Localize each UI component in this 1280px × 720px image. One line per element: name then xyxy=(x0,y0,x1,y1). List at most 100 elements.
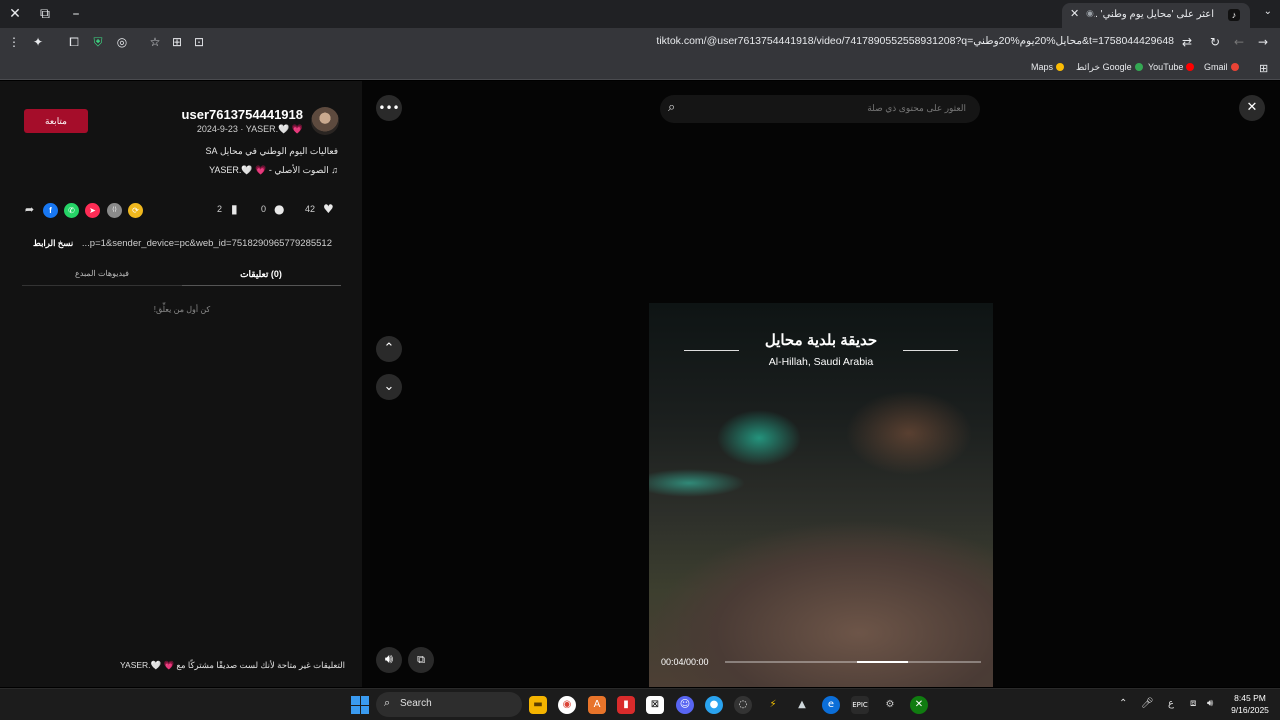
apps-grid-icon[interactable]: ⊞ xyxy=(1259,62,1268,75)
follow-button[interactable]: متابعة xyxy=(24,109,88,133)
next-video-chevron-down-icon[interactable]: ⌄ xyxy=(376,374,402,400)
speaker-icon[interactable]: 🔊︎ xyxy=(1207,698,1213,709)
picture-in-picture-icon[interactable]: ⧉ xyxy=(408,647,434,673)
bookmark-star-icon[interactable]: ☆ xyxy=(147,34,163,50)
video-caption: فعاليات اليوم الوطني في محايل SA xyxy=(205,146,338,156)
network-icon[interactable]: ⧈ xyxy=(1190,698,1196,709)
windows-start-icon[interactable] xyxy=(351,696,369,714)
embed-icon[interactable]: ⟨⟩ xyxy=(107,203,122,218)
tab-search-icon[interactable]: ⌄ xyxy=(1264,6,1272,17)
capcut-icon[interactable]: ⊠ xyxy=(646,696,664,714)
edge-icon[interactable]: e xyxy=(822,696,840,714)
music-credit[interactable]: ♫ الصوت الأصلي - 💗 🤍.YASER xyxy=(209,165,338,176)
microphone-icon[interactable]: 🎤︎ xyxy=(1141,698,1154,709)
restore-window-icon[interactable]: ⧉ xyxy=(34,4,56,24)
telegram-icon[interactable]: ➤ xyxy=(85,203,100,218)
bookmarks-bar: Gmail YouTube خرائط Google Maps ⊞ xyxy=(0,56,1280,80)
browser-app-icon[interactable]: ● xyxy=(705,696,723,714)
system-clock[interactable]: 8:45 PM 9/16/2025 xyxy=(1225,692,1275,716)
close-window-icon[interactable]: ✕ xyxy=(4,4,26,24)
maps-pin-icon xyxy=(1056,63,1065,71)
browser-tab-active[interactable]: ✕ ◉ اعثر على 'محايل يوم وطني' ... ♪ xyxy=(1062,3,1250,28)
video-time: 00:04/00:00 xyxy=(661,657,709,667)
video-player-area: ••• ⌕ العثور على محتوى ذي صلة ✕ ⌃ ⌄ 🔊︎ ⧉… xyxy=(362,81,1280,687)
comment-bubble-icon[interactable]: ● xyxy=(274,202,284,216)
facebook-icon[interactable]: f xyxy=(43,203,58,218)
avatar[interactable] xyxy=(311,107,339,135)
extensions-puzzle-icon[interactable]: ⧠ xyxy=(66,34,82,50)
epic-games-icon[interactable]: EPIC xyxy=(851,696,869,714)
translate-icon[interactable]: ⊞ xyxy=(169,34,185,50)
menu-dots-icon[interactable]: ⋮ xyxy=(6,34,22,50)
cast-icon[interactable]: ⊡ xyxy=(191,34,207,50)
share-link-text: ...p=1&sender_device=pc&web_id=751829096… xyxy=(81,238,332,249)
maps-pin-icon xyxy=(1134,63,1143,71)
bookmark-icon[interactable]: ▮ xyxy=(231,202,238,216)
settings-gear-icon[interactable]: ⚙ xyxy=(881,696,899,714)
close-icon[interactable]: ✕ xyxy=(1239,95,1265,121)
post-meta: 2024-9-23 · YASER.🤍 💗 xyxy=(196,124,303,134)
username[interactable]: user7613754441918 xyxy=(182,107,303,122)
app-bolt-icon[interactable]: ⚡︎ xyxy=(764,696,782,714)
address-bar[interactable]: tiktok.com/@user7613754441918/video/7417… xyxy=(570,35,1174,47)
share-arrow-icon[interactable]: ➦ xyxy=(22,203,37,218)
related-search-input[interactable]: ⌕ العثور على محتوى ذي صلة xyxy=(660,95,980,123)
title-decoration-line xyxy=(684,350,739,351)
tab-creator-videos[interactable]: فيديوهات المبدع xyxy=(22,269,182,278)
volume-icon[interactable]: 🔊︎ xyxy=(376,647,402,673)
previous-video-chevron-up-icon[interactable]: ⌃ xyxy=(376,336,402,362)
discord-icon[interactable]: ☺ xyxy=(676,696,694,714)
video-details-panel: متابعة user7613754441918 2024-9-23 · YAS… xyxy=(0,81,362,687)
app-a-icon[interactable]: A xyxy=(588,696,606,714)
back-icon[interactable]: → xyxy=(1255,34,1271,50)
browser-title-bar: ✕ ⧉ – + ✕ ◉ اعثر على 'محايل يوم وطني' ..… xyxy=(0,0,1280,28)
extension-ninja-icon[interactable]: ✦ xyxy=(30,34,46,50)
video-frame[interactable]: حديقة بلدية محايل Al-Hillah, Saudi Arabi… xyxy=(649,303,993,687)
steam-icon[interactable]: ▲ xyxy=(793,696,811,714)
bookmark-gmail[interactable]: Gmail xyxy=(1204,62,1239,72)
empty-comments-text: كن أول من يعلِّق! xyxy=(153,305,211,314)
video-overlay-location: Al-Hillah, Saudi Arabia xyxy=(768,356,874,368)
video-progress-fill xyxy=(857,661,908,663)
tab-underline xyxy=(181,285,341,286)
reload-icon[interactable]: ↻ xyxy=(1207,34,1223,50)
video-overlay-title: حديقة بلدية محايل xyxy=(764,332,878,349)
taskbar-search[interactable]: ⌕ Search xyxy=(376,692,522,717)
repost-icon[interactable]: ⟳ xyxy=(128,203,143,218)
search-icon: ⌕ xyxy=(384,696,391,709)
shield-extension-icon[interactable]: ⛨ xyxy=(90,34,106,50)
tab-comments[interactable]: (0) تعليقات xyxy=(181,269,341,280)
tray-overflow-chevron-icon[interactable]: ⌃ xyxy=(1119,698,1127,709)
copy-link-button[interactable]: نسخ الرابط xyxy=(33,238,73,249)
app-red-icon[interactable]: ▮ xyxy=(617,696,635,714)
tab-divider xyxy=(22,285,182,286)
tab-title: اعثر على 'محايل يوم وطني' ... xyxy=(1094,9,1214,20)
youtube-icon xyxy=(1186,63,1195,71)
app-circle-icon[interactable]: ◌ xyxy=(734,696,752,714)
chrome-icon[interactable]: ◉ xyxy=(558,696,576,714)
gmail-icon xyxy=(1230,63,1239,71)
video-progress-bar[interactable] xyxy=(725,661,981,663)
comments-count: 0 xyxy=(261,204,267,214)
saves-count: 2 xyxy=(217,204,223,214)
forward-icon[interactable]: ← xyxy=(1231,34,1247,50)
whatsapp-icon[interactable]: ✆ xyxy=(64,203,79,218)
search-icon[interactable]: ⌕ xyxy=(668,100,675,115)
site-settings-icon[interactable]: ⇄ xyxy=(1179,34,1195,50)
windows-taskbar: ⌕ Search ▬ ◉ A ▮ ⊠ ☺ ● ◌ ⚡︎ ▲ e EPIC ⚙ ✕… xyxy=(0,688,1280,720)
xbox-icon[interactable]: ✕ xyxy=(910,696,928,714)
comments-disabled-notice: التعليقات غير متاحة لأنك لست صديقًا مشتر… xyxy=(119,660,345,670)
incognito-icon[interactable]: ◎ xyxy=(114,34,130,50)
tab-close-icon[interactable]: ✕ xyxy=(1070,7,1079,20)
file-explorer-icon[interactable]: ▬ xyxy=(529,696,547,714)
audio-playing-icon[interactable]: ◉ xyxy=(1086,8,1094,19)
more-options-icon[interactable]: ••• xyxy=(376,95,402,121)
heart-icon[interactable]: ♥ xyxy=(323,202,334,216)
bookmark-google-maps-ar[interactable]: خرائط Google xyxy=(1076,62,1143,73)
likes-count: 42 xyxy=(305,204,316,214)
tiktok-favicon-icon: ♪ xyxy=(1228,9,1240,21)
minimize-window-icon[interactable]: – xyxy=(65,4,87,24)
language-indicator[interactable]: ع xyxy=(1168,698,1174,709)
bookmark-maps[interactable]: Maps xyxy=(1031,62,1065,72)
bookmark-youtube[interactable]: YouTube xyxy=(1148,62,1195,72)
